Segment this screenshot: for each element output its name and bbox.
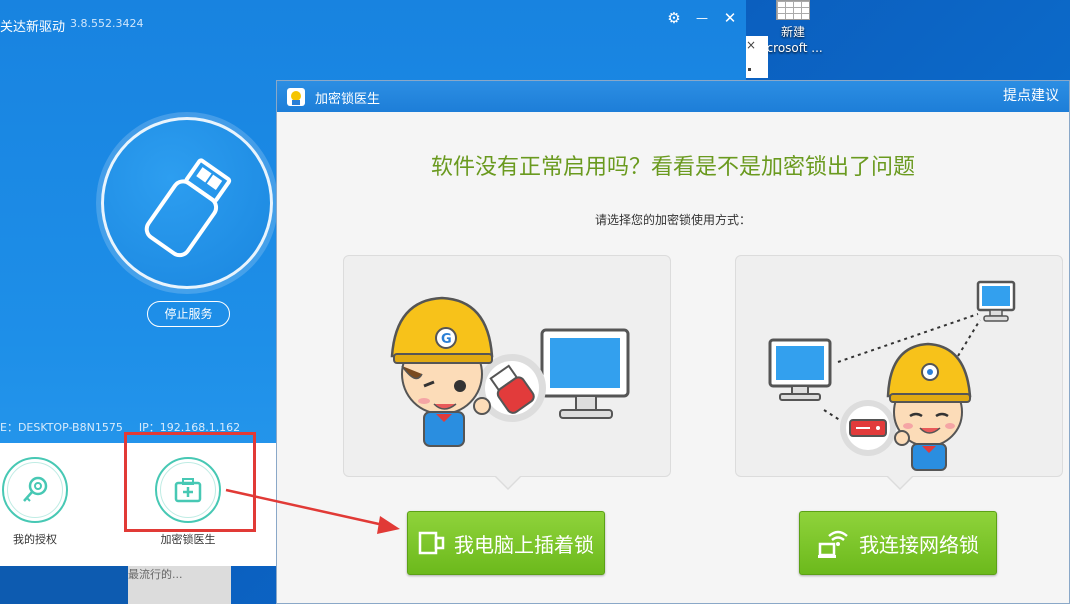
driver-version: 3.8.552.3424 [70,17,144,30]
close-icon[interactable]: × [746,38,756,52]
minimize-button[interactable]: — [693,9,711,27]
local-dongle-card[interactable]: G [343,255,671,490]
local-dongle-illustration: G [390,296,630,447]
wifi-computer-icon [817,526,851,560]
feedback-link[interactable]: 提点建议 [1003,85,1059,105]
spreadsheet-icon [776,0,810,20]
close-button[interactable]: ✕ [721,9,739,27]
desktop-shortcut-label-1: 新建 [780,25,805,39]
highlight-box [124,432,256,532]
settings-icon[interactable]: ⚙ [665,9,683,27]
doctor-title: 加密锁医生 [315,92,381,107]
doctor-subline: 请选择您的加密锁使用方式： [594,213,751,227]
stop-service-button[interactable]: 停止服务 [147,301,230,327]
driver-titlebar: 关达新驱动 3.8.552.3424 ⚙ — ✕ [0,0,746,36]
usb-status-circle [101,117,273,289]
network-dongle-button[interactable]: 我连接网络锁 [799,511,997,575]
card-pointer [886,475,914,490]
background-window-sliver: 最流行的... [128,566,231,604]
desktop-shortcut[interactable]: 新建 icrosoft ... [762,0,824,56]
doctor-headline: 软件没有正常启用吗？看看是不是加密锁出了问题 [430,155,915,180]
local-dongle-button-label: 我电脑上插着锁 [454,532,594,557]
desktop-strip [0,566,128,604]
key-icon [2,457,68,523]
dongle-doctor-window: 加密锁医生 提点建议 软件没有正常启用吗？看看是不是加密锁出了问题 请选择您的加… [276,80,1070,604]
doctor-titlebar: 加密锁医生 提点建议 [277,81,1069,112]
host-name: E：DESKTOP-B8N1575 [0,421,123,434]
computer-usb-icon [418,530,446,556]
my-license-tool[interactable]: 我的授权 [2,457,68,547]
network-dongle-illustration [768,280,1016,471]
svg-text:G: G [441,332,452,347]
dongle-doctor-label: 加密锁医生 [160,533,216,546]
my-license-label: 我的授权 [13,533,57,546]
card-pointer [494,475,522,490]
driver-title: 关达新驱动 [0,20,66,35]
network-dongle-button-label: 我连接网络锁 [859,532,979,557]
doctor-logo-icon [287,88,305,106]
background-window-text: 最流行的... [128,568,183,581]
local-dongle-button[interactable]: 我电脑上插着锁 [407,511,605,575]
usb-key-icon [144,158,232,258]
popup-dot [748,68,751,71]
network-dongle-card[interactable] [735,255,1063,490]
desktop-shortcut-label-2: icrosoft ... [763,41,823,55]
